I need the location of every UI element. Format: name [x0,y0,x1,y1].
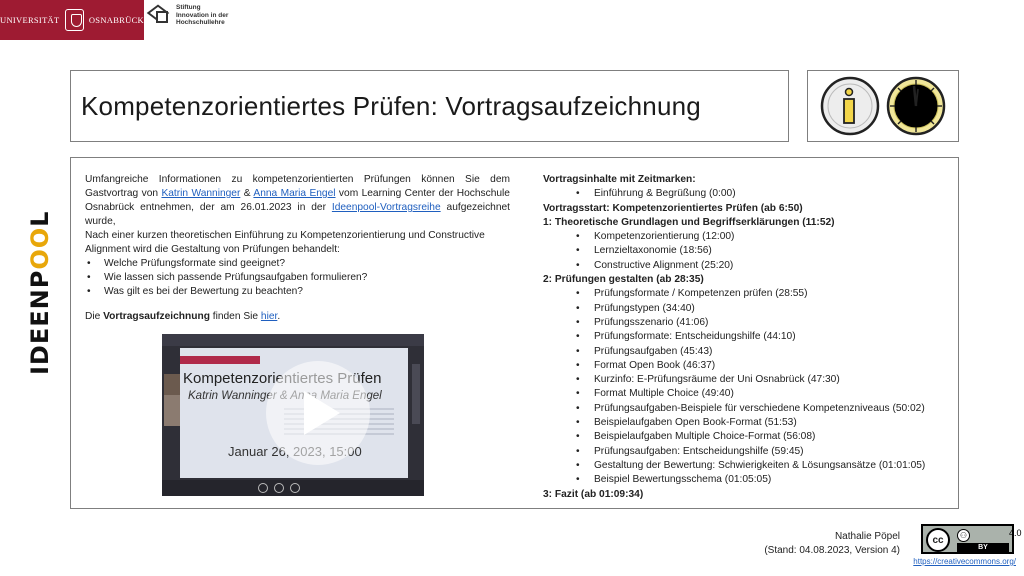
list-item: Prüfungsaufgaben-Beispiele für verschied… [543,402,948,417]
list-item: Lernzieltaxonomie (18:56) [543,244,948,259]
question-list: Welche Prüfungsformate sind geeignet? Wi… [85,257,510,299]
by-group: ⚇ [957,529,1007,542]
stiftung-mark-icon [146,4,171,26]
list-item: Beispielaufgaben Multiple Choice-Format … [543,430,948,445]
list-item: Welche Prüfungsformate sind geeignet? [85,257,510,271]
control-icon [258,483,268,493]
video-thumbnail[interactable]: Kompetenzorientiertes Prüfen Katrin Wann… [162,334,424,496]
list-item: Prüfungsformate: Entscheidungshilfe (44:… [543,330,948,345]
author-info: Nathalie Pöpel (Stand: 04.08.2023, Versi… [764,530,900,558]
list-item: Kurzinfo: E-Prüfungsräume der Uni Osnabr… [543,373,948,388]
link-anna-maria-engel[interactable]: Anna Maria Engel [253,188,335,199]
list-item: Prüfungsaufgaben: Entscheidungshilfe (59… [543,445,948,460]
section-1-heading: 1: Theoretische Grundlagen und Begriffse… [543,216,835,228]
left-column: Umfangreiche Informationen zu kompetenzo… [85,173,510,324]
section-1-list: Kompetenzorientierung (12:00) Lernzielta… [543,230,948,273]
list-item: Prüfungstypen (34:40) [543,302,948,317]
by-label: BY [957,543,1009,552]
list-item: Prüfungsformate / Kompetenzen prüfen (28… [543,287,948,302]
video-topbar [162,334,424,346]
list-item: Beispielaufgaben Open Book-Format (51:53… [543,416,948,431]
list-item: Beispiel Bewertungsschema (01:05:05) [543,473,948,488]
link-recording-here[interactable]: hier [261,311,277,322]
section-2-list: Prüfungsformate / Kompetenzen prüfen (28… [543,287,948,487]
person-icon: ⚇ [957,529,970,542]
intro-list: Einführung & Begrüßung (0:00) [543,187,948,202]
version-stamp: (Stand: 04.08.2023, Version 4) [764,545,900,556]
list-item: Format Multiple Choice (49:40) [543,387,948,402]
intro-paragraph-2: Nach einer kurzen theoretischen Einführu… [85,230,485,255]
section-2-heading: 2: Prüfungen gestalten (ab 28:35) [543,274,704,286]
list-item: Kompetenzorientierung (12:00) [543,230,948,245]
list-item: Constructive Alignment (25:20) [543,259,948,274]
clock-icon [886,76,946,136]
list-item: Gestaltung der Bewertung: Schwierigkeite… [543,459,948,474]
list-item: Wie lassen sich passende Prüfungsaufgabe… [85,271,510,285]
contents-heading: Vortragsinhalte mit Zeitmarken: [543,174,696,185]
stiftung-logo: Stiftung Innovation in der Hochschullehr… [146,4,229,27]
crest-icon [64,9,84,31]
list-item: Was gilt es bei der Bewertung zu beachte… [85,285,510,299]
control-icon [290,483,300,493]
uni-logo-right-text: OSNABRÜCK [88,15,144,25]
creative-commons-link[interactable]: https://creativecommons.org/ [913,557,1016,566]
ideenpool-brand: IDEENPOOL [26,210,54,375]
control-icon [274,483,284,493]
play-icon [304,391,340,435]
university-osnabrueck-logo: UNIVERSITÄT OSNABRÜCK [0,0,144,40]
cc-license-badge[interactable]: cc ⚇ 4.0 BY [921,524,1022,554]
stiftung-text: Stiftung Innovation in der Hochschullehr… [176,4,229,26]
list-item: Prüfungsszenario (41:06) [543,316,948,331]
cc-icon: cc [926,528,950,552]
content-box: Umfangreiche Informationen zu kompetenzo… [70,157,959,509]
info-icon [820,76,880,136]
list-item: Format Open Book (46:37) [543,359,948,374]
page-title: Kompetenzorientiertes Prüfen: Vortragsau… [81,90,701,121]
link-ideenpool-vortragsreihe[interactable]: Ideenpool-Vortragsreihe [332,202,441,213]
play-button[interactable] [266,361,370,465]
uni-logo-left-text: UNIVERSITÄT [0,15,60,25]
list-item: Prüfungsaufgaben (45:43) [543,345,948,360]
video-caption: Die Vortragsaufzeichnung finden Sie hier… [85,311,281,322]
right-column: Vortragsinhalte mit Zeitmarken: Einführu… [543,173,948,502]
icon-box [807,70,959,142]
link-katrin-wanninger[interactable]: Katrin Wanninger [161,188,240,199]
title-box: Kompetenzorientiertes Prüfen: Vortragsau… [70,70,789,142]
video-controls-bar [162,480,424,496]
list-item: Einführung & Begrüßung (0:00) [543,187,948,202]
talk-start-heading: Vortragsstart: Kompetenzorientiertes Prü… [543,202,803,214]
section-3-heading: 3: Fazit (ab 01:09:34) [543,488,644,500]
author-name: Nathalie Pöpel [834,531,900,542]
cc-version: 4.0 [1009,528,1022,538]
intro-paragraph: Umfangreiche Informationen zu kompetenzo… [85,174,510,227]
